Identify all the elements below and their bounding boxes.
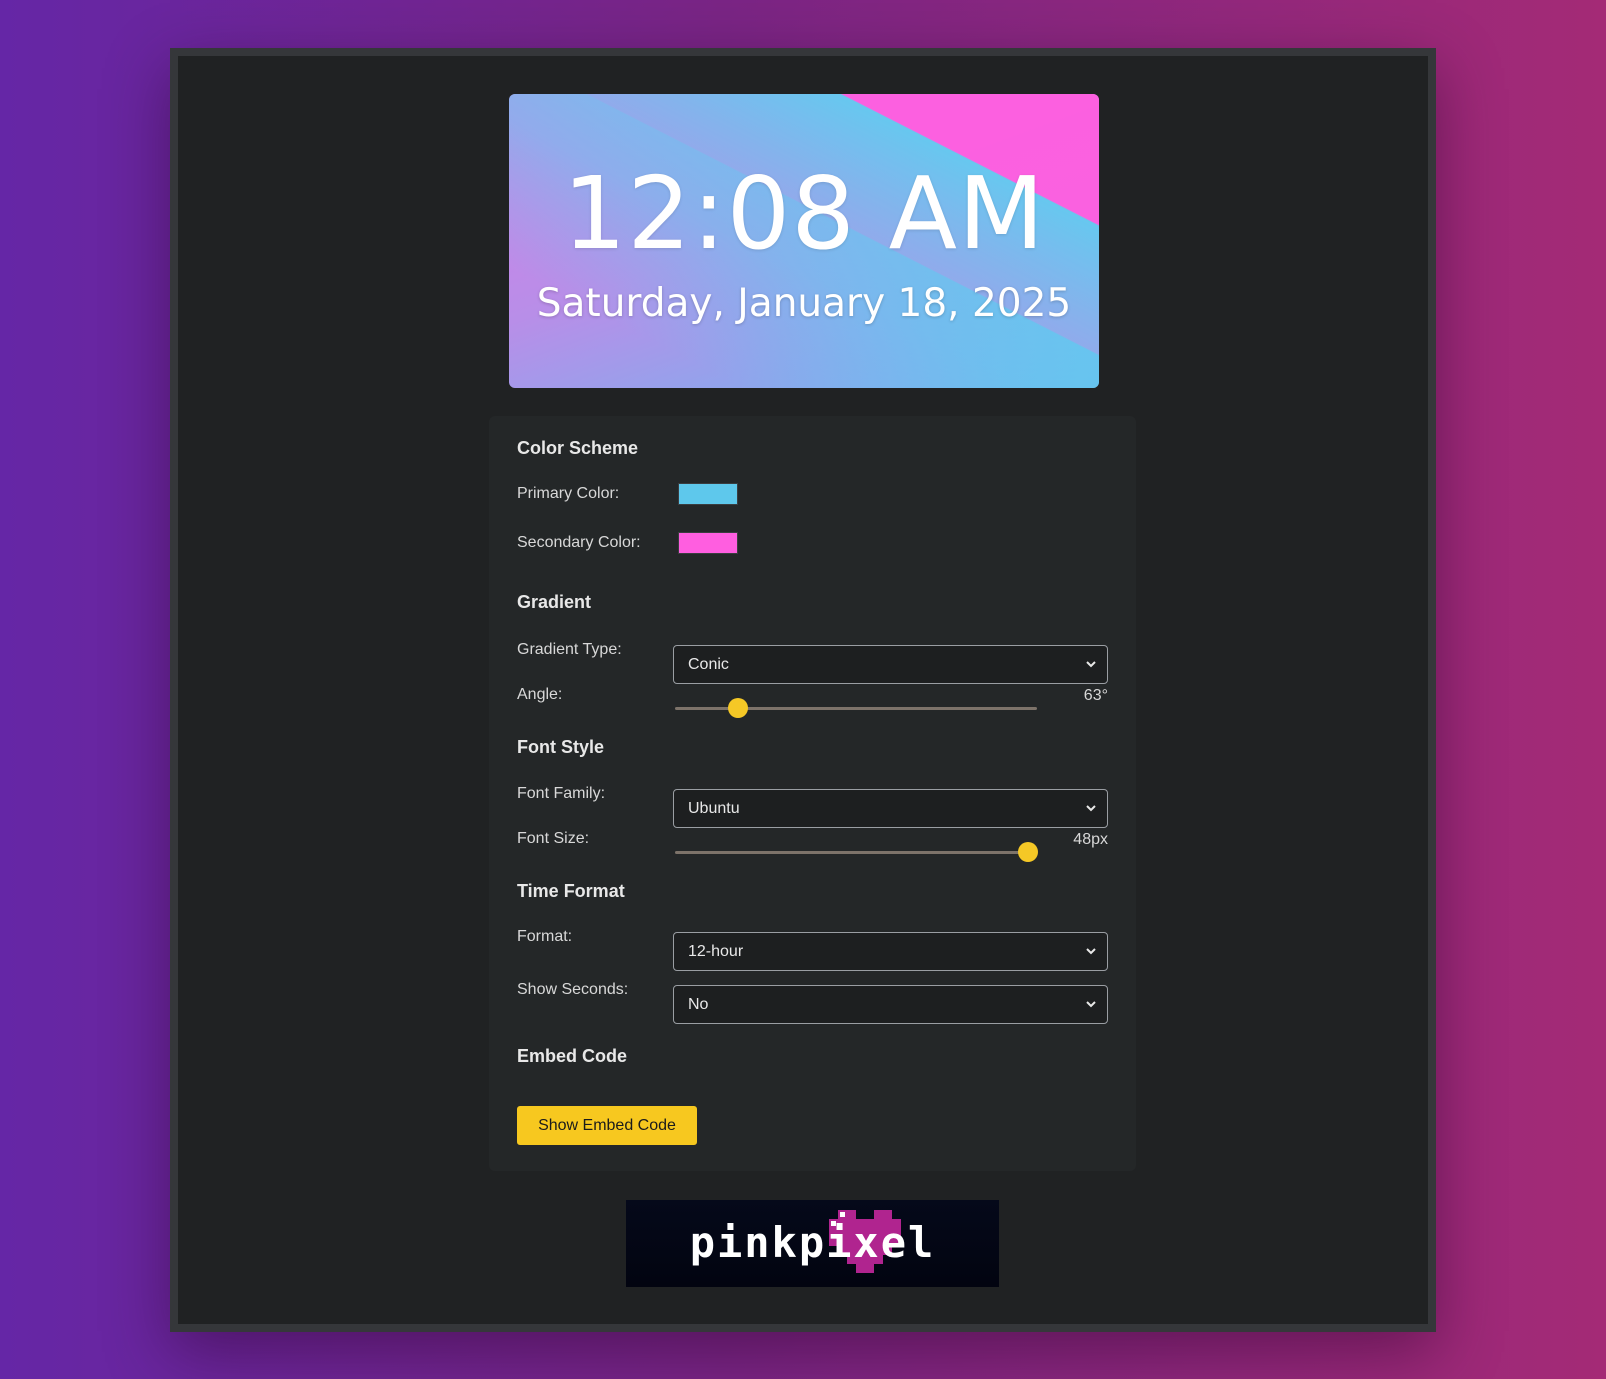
secondary-color-label: Secondary Color: xyxy=(517,534,641,551)
pinkpixel-logo[interactable]: pinkpixel xyxy=(626,1200,999,1287)
show-seconds-value: No xyxy=(688,996,709,1013)
angle-slider-thumb[interactable] xyxy=(728,698,749,718)
chevron-down-icon xyxy=(1086,661,1096,668)
font-family-select[interactable]: Ubuntu xyxy=(673,789,1108,828)
angle-slider[interactable] xyxy=(675,698,1037,718)
font-style-heading: Font Style xyxy=(517,737,605,757)
angle-value: 63° xyxy=(1083,687,1108,704)
font-family-label: Font Family: xyxy=(517,785,606,802)
font-size-value: 48px xyxy=(1073,831,1108,848)
color-scheme-heading: Color Scheme xyxy=(517,438,639,458)
font-size-label: Font Size: xyxy=(517,830,590,847)
chevron-down-icon xyxy=(1086,948,1096,955)
primary-color-picker[interactable] xyxy=(678,483,738,505)
settings-panel: Color Scheme Primary Color: Secondary Co… xyxy=(489,416,1136,1171)
clock-preview: 12:08 AM Saturday, January 18, 2025 xyxy=(509,94,1099,388)
embed-code-heading: Embed Code xyxy=(517,1046,628,1066)
gradient-type-select[interactable]: Conic xyxy=(673,645,1108,684)
gradient-heading: Gradient xyxy=(517,592,592,612)
font-size-slider-track xyxy=(675,851,1037,854)
format-select[interactable]: 12-hour xyxy=(673,932,1108,971)
format-value: 12-hour xyxy=(688,943,744,960)
chevron-down-icon xyxy=(1086,805,1096,812)
time-format-heading: Time Format xyxy=(517,881,625,901)
show-embed-code-button[interactable]: Show Embed Code xyxy=(517,1106,697,1145)
font-family-value: Ubuntu xyxy=(688,800,740,817)
show-seconds-select[interactable]: No xyxy=(673,985,1108,1024)
gradient-type-label: Gradient Type: xyxy=(517,641,622,658)
font-size-slider[interactable] xyxy=(675,842,1038,862)
angle-label: Angle: xyxy=(517,686,563,703)
logo-wordmark: pinkpixel xyxy=(689,1218,936,1267)
show-seconds-label: Show Seconds: xyxy=(517,981,629,998)
primary-color-label: Primary Color: xyxy=(517,485,620,502)
chevron-down-icon xyxy=(1086,1001,1096,1008)
format-label: Format: xyxy=(517,928,573,945)
clock-date: Saturday, January 18, 2025 xyxy=(536,281,1072,326)
font-size-slider-thumb[interactable] xyxy=(1017,842,1038,862)
heart-highlight-pixel xyxy=(840,1212,845,1217)
gradient-type-value: Conic xyxy=(688,656,729,673)
clock-time: 12:08 AM xyxy=(562,155,1046,272)
secondary-color-picker[interactable] xyxy=(678,532,738,554)
